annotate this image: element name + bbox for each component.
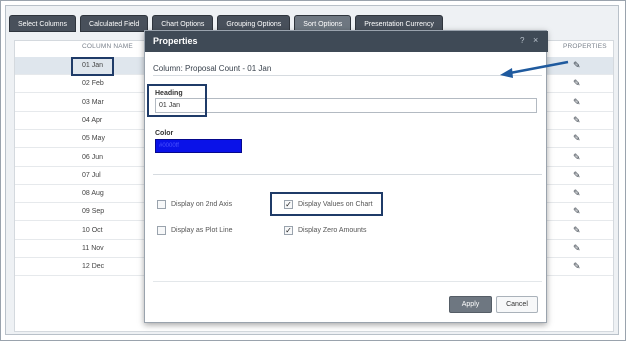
annotation-arrow [500,60,569,78]
divider [153,75,542,76]
pencil-icon[interactable]: ✎ [573,170,581,181]
apply-button[interactable]: Apply [449,296,492,313]
heading-callout [147,84,207,117]
pencil-icon[interactable]: ✎ [573,60,581,71]
color-label: Color [155,130,174,137]
option-display-plot-line[interactable]: Display as Plot Line [157,226,232,235]
pencil-icon[interactable]: ✎ [573,78,581,89]
option-display-zero-amounts[interactable]: ✓ Display Zero Amounts [284,226,366,235]
pencil-icon[interactable]: ✎ [573,206,581,217]
divider [153,281,542,282]
row-label: 05 May [82,135,105,143]
option-label: Display on 2nd Axis [171,201,233,208]
row-label: 07 Jul [82,171,101,179]
checkbox[interactable] [157,226,166,235]
display-values-callout [270,192,383,216]
row-label: 08 Aug [82,190,104,198]
row-label: 03 Mar [82,98,104,106]
row-label: 02 Feb [82,80,104,88]
row-highlight-callout [71,57,114,76]
row-label: 06 Jun [82,153,104,161]
divider [153,174,542,175]
pencil-icon[interactable]: ✎ [573,115,581,126]
tab-select-columns[interactable]: Select Columns [9,15,77,32]
row-label: 11 Nov [82,245,104,252]
dialog-title: Properties [153,36,198,46]
column-title: Column: Proposal Count - 01 Jan [153,64,272,73]
help-icon[interactable]: ? [520,36,524,45]
pencil-icon[interactable]: ✎ [573,188,581,199]
close-icon[interactable]: × [533,35,538,45]
cancel-button[interactable]: Cancel [496,296,538,313]
properties-dialog: Properties ? × Column: Proposal Count - … [144,30,548,323]
option-label: Display as Plot Line [171,227,233,234]
row-label: 09 Sep [82,208,105,216]
pencil-icon[interactable]: ✎ [573,97,581,108]
option-display-2nd-axis[interactable]: Display on 2nd Axis [157,200,232,209]
column-name-header: COLUMN NAME [82,43,133,50]
row-label: 10 Oct [82,226,103,234]
pencil-icon[interactable]: ✎ [573,261,581,272]
row-label: 04 Apr [82,116,103,124]
color-picker[interactable]: #0000ff [155,139,242,153]
row-label: 12 Dec [82,263,105,271]
tab-calculated-field[interactable]: Calculated Field [80,15,149,32]
dialog-header: Properties ? × [145,31,548,52]
option-label: Display Zero Amounts [298,227,367,234]
checkbox[interactable] [157,200,166,209]
pencil-icon[interactable]: ✎ [573,133,581,144]
pencil-icon[interactable]: ✎ [573,225,581,236]
pencil-icon[interactable]: ✎ [573,152,581,163]
checkbox[interactable]: ✓ [284,226,293,235]
heading-input[interactable]: 01 Jan [155,98,537,113]
pencil-icon[interactable]: ✎ [573,243,581,254]
properties-header: PROPERTIES [563,43,607,50]
